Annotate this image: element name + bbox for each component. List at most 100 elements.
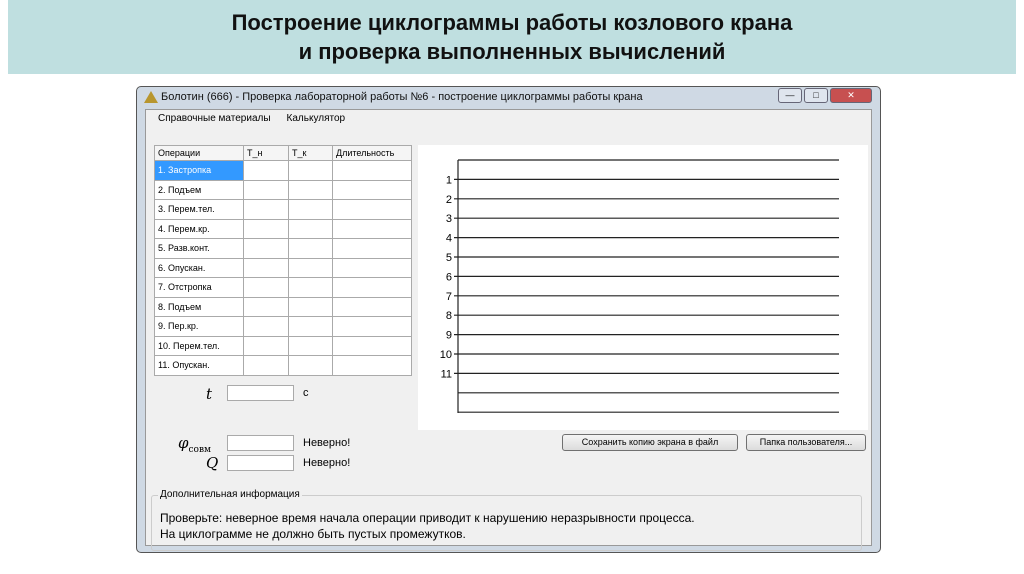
operation-cell[interactable]: 6. Опускан.: [154, 257, 244, 278]
title-line-2: и проверка выполненных вычислений: [298, 39, 726, 64]
operation-cell[interactable]: 11. Опускан.: [154, 355, 244, 376]
q-input[interactable]: [227, 455, 294, 471]
client-area: Справочные материалы Калькулятор Операци…: [145, 109, 872, 551]
duration-cell[interactable]: [332, 257, 412, 278]
phi-input[interactable]: [227, 435, 294, 451]
tk-cell[interactable]: [288, 199, 333, 220]
window-title: Болотин (666) - Проверка лабораторной ра…: [161, 91, 643, 103]
chart-row-label: 1: [446, 174, 452, 186]
tn-cell[interactable]: [243, 277, 289, 298]
tn-cell[interactable]: [243, 238, 289, 259]
tk-cell[interactable]: [288, 335, 333, 356]
duration-cell[interactable]: [332, 296, 412, 317]
tn-cell[interactable]: [243, 199, 289, 220]
operation-cell[interactable]: 1. Застропка: [154, 160, 244, 181]
chart-row-label: 8: [446, 310, 452, 322]
title-bar: Болотин (666) - Проверка лабораторной ра…: [137, 87, 880, 109]
user-folder-button[interactable]: Папка пользователя...: [746, 434, 866, 451]
tn-cell[interactable]: [243, 335, 289, 356]
operation-cell[interactable]: 2. Подъем: [154, 179, 244, 200]
tn-cell[interactable]: [243, 218, 289, 239]
info-line-1: Проверьте: неверное время начала операци…: [160, 511, 695, 525]
app-window: Болотин (666) - Проверка лабораторной ра…: [136, 86, 881, 553]
tk-cell[interactable]: [288, 160, 333, 181]
duration-cell[interactable]: [332, 218, 412, 239]
duration-cell[interactable]: [332, 355, 412, 376]
operations-table: Операции T_н T_к Длительность 1. Застроп…: [154, 145, 412, 376]
duration-cell[interactable]: [332, 335, 412, 356]
save-screenshot-button[interactable]: Сохранить копию экрана в файл: [562, 434, 738, 451]
phi-symbol: φ: [178, 434, 189, 452]
cyclogram-chart: 1 2 3 4 5 6 7 8 9 10 11: [418, 145, 868, 430]
table-row: 8. Подъем: [154, 296, 412, 317]
col-tn: T_н: [243, 145, 289, 161]
q-label: Q: [206, 454, 219, 472]
minimize-button[interactable]: —: [778, 88, 802, 103]
tk-cell[interactable]: [288, 277, 333, 298]
tn-cell[interactable]: [243, 179, 289, 200]
operation-cell[interactable]: 8. Подъем: [154, 296, 244, 317]
table-row: 6. Опускан.: [154, 257, 412, 278]
duration-cell[interactable]: [332, 199, 412, 220]
operation-cell[interactable]: 7. Отстропка: [154, 277, 244, 298]
chart-row-label: 9: [446, 330, 452, 342]
tk-cell[interactable]: [288, 218, 333, 239]
duration-cell[interactable]: [332, 160, 412, 181]
additional-info-title: Дополнительная информация: [158, 489, 302, 500]
table-row: 1. Застропка: [154, 160, 412, 181]
chart-row-label: 7: [446, 291, 452, 303]
tn-cell[interactable]: [243, 257, 289, 278]
t-unit: с: [303, 387, 309, 399]
tn-cell[interactable]: [243, 160, 289, 181]
tk-cell[interactable]: [288, 355, 333, 376]
app-icon: [144, 91, 158, 103]
tk-cell[interactable]: [288, 316, 333, 337]
duration-cell[interactable]: [332, 316, 412, 337]
col-operations: Операции: [154, 145, 244, 161]
operation-cell[interactable]: 9. Пер.кр.: [154, 316, 244, 337]
menu-calculator[interactable]: Калькулятор: [287, 113, 346, 124]
tn-cell[interactable]: [243, 355, 289, 376]
phi-status: Неверно!: [303, 437, 351, 449]
operation-cell[interactable]: 10. Перем.тел.: [154, 335, 244, 356]
chart-row-label: 5: [446, 252, 452, 264]
col-tk: T_к: [288, 145, 333, 161]
table-row: 11. Опускан.: [154, 355, 412, 376]
chart-row-label: 10: [440, 349, 452, 361]
duration-cell[interactable]: [332, 277, 412, 298]
operation-cell[interactable]: 4. Перем.кр.: [154, 218, 244, 239]
tk-cell[interactable]: [288, 238, 333, 259]
q-status: Неверно!: [303, 457, 351, 469]
tk-cell[interactable]: [288, 257, 333, 278]
operation-cell[interactable]: 3. Перем.тел.: [154, 199, 244, 220]
title-line-1: Построение циклограммы работы козлового …: [231, 10, 793, 35]
table-row: 4. Перем.кр.: [154, 218, 412, 239]
table-row: 7. Отстропка: [154, 277, 412, 298]
phi-label: φсовм: [178, 434, 211, 455]
table-row: 3. Перем.тел.: [154, 199, 412, 220]
additional-info-group: Дополнительная информация Проверьте: нев…: [151, 489, 862, 551]
chart-row-label: 2: [446, 194, 452, 206]
operation-cell[interactable]: 5. Разв.конт.: [154, 238, 244, 259]
menu-bar: Справочные материалы Калькулятор: [158, 113, 345, 124]
menu-reference[interactable]: Справочные материалы: [158, 113, 271, 124]
chart-row-label: 11: [441, 368, 452, 380]
tn-cell[interactable]: [243, 316, 289, 337]
chart-row-label: 3: [446, 213, 452, 225]
duration-cell[interactable]: [332, 179, 412, 200]
table-row: 5. Разв.конт.: [154, 238, 412, 259]
maximize-button[interactable]: □: [804, 88, 828, 103]
close-button[interactable]: ✕: [830, 88, 872, 103]
tk-cell[interactable]: [288, 296, 333, 317]
slide-title: Построение циклограммы работы козлового …: [8, 0, 1016, 74]
info-line-2: На циклограмме не должно быть пустых про…: [160, 527, 466, 541]
tn-cell[interactable]: [243, 296, 289, 317]
chart-row-label: 4: [446, 233, 452, 245]
duration-cell[interactable]: [332, 238, 412, 259]
table-row: 2. Подъем: [154, 179, 412, 200]
t-input[interactable]: [227, 385, 294, 401]
t-label: t: [206, 385, 213, 403]
tk-cell[interactable]: [288, 179, 333, 200]
table-row: 10. Перем.тел.: [154, 335, 412, 356]
table-row: 9. Пер.кр.: [154, 316, 412, 337]
